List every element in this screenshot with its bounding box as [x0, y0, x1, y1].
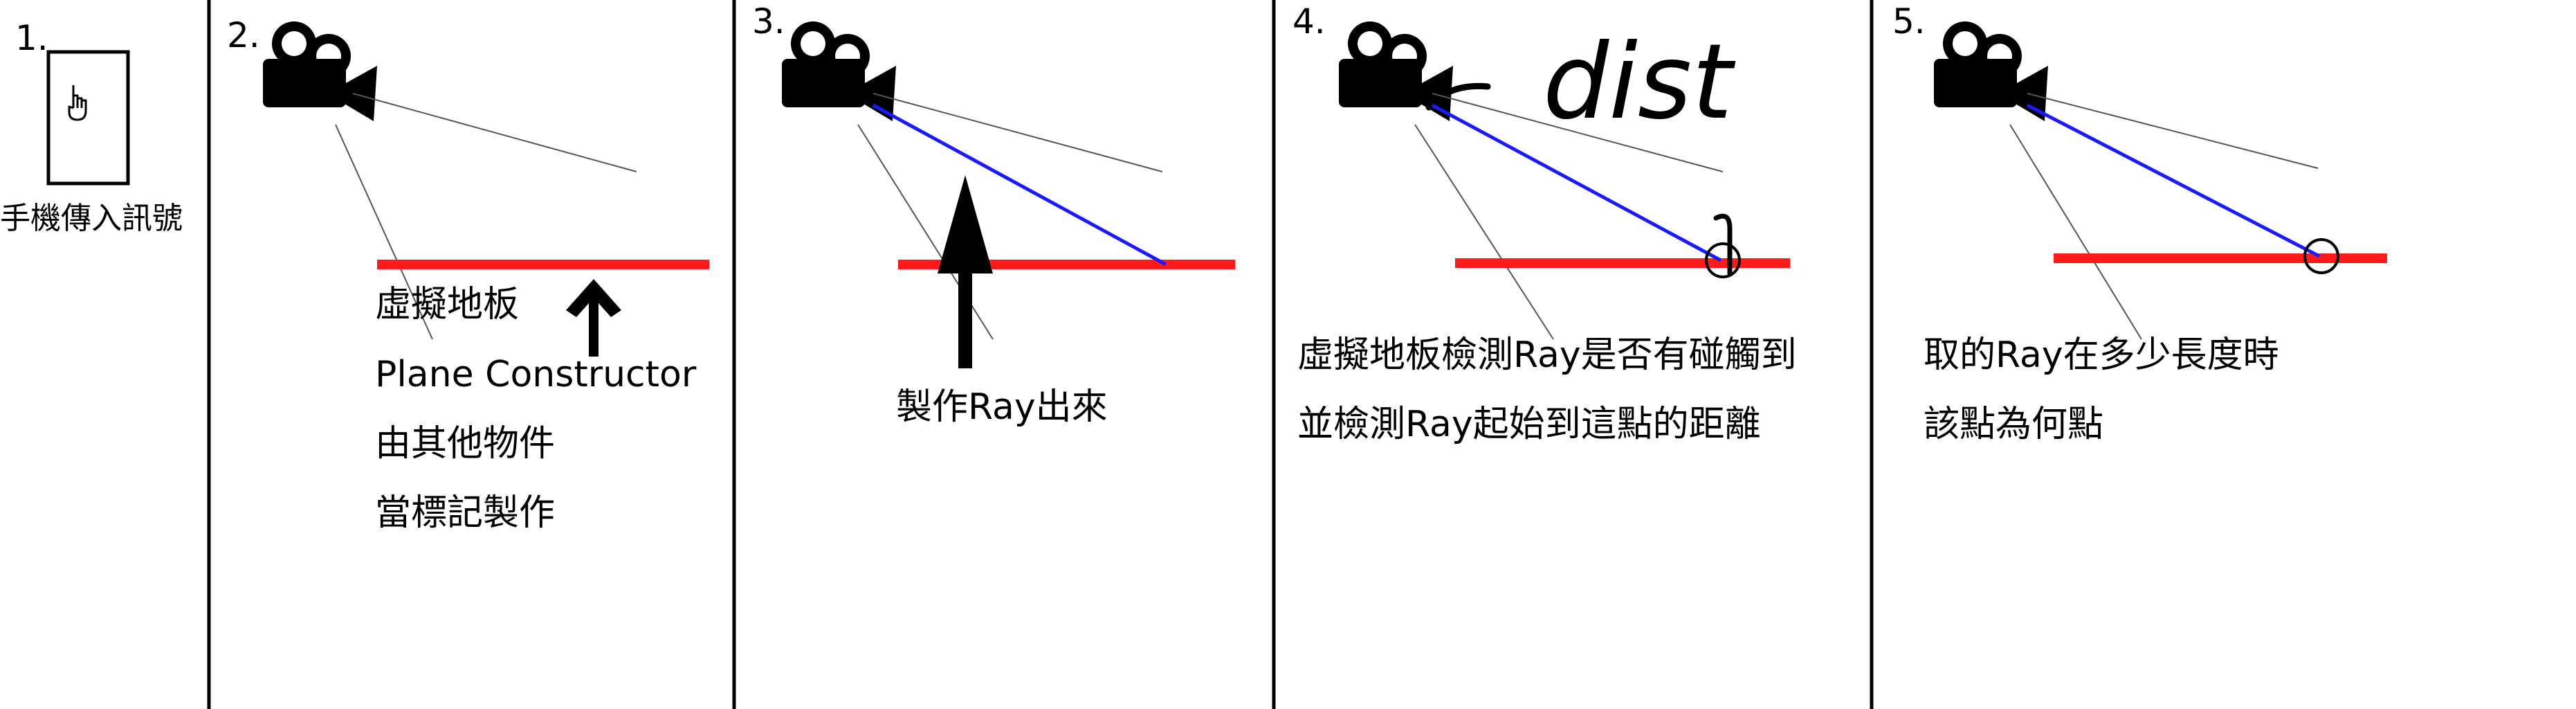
panel-5: 5. 取的Ray在多少長度時 該點為何點 [1892, 1, 2387, 445]
camera-icon [782, 21, 896, 121]
frustum-edge [352, 93, 637, 172]
dist-annotation: dist [1543, 22, 1736, 143]
panel-caption: 取的Ray在多少長度時 [1924, 334, 2279, 376]
panel-2: 2. 虛擬地板 Plane Constructor 由其他物件 當標記製作 [227, 15, 709, 534]
panel-number: 5. [1892, 1, 1926, 42]
panel-3: 3. 製作Ray出來 [752, 1, 1235, 428]
panel-number: 4. [1292, 1, 1326, 42]
frustum-edge [2027, 93, 2319, 169]
panel-caption: 當標記製作 [375, 492, 555, 534]
panel-caption: Plane Constructor [375, 354, 697, 395]
panel-caption: 製作Ray出來 [896, 386, 1108, 428]
panel-4: 4. dist 虛擬地板檢測Ray是否有碰觸到 並檢測Ray起始到這點的距離 [1292, 1, 1797, 445]
panel-number: 2. [227, 15, 260, 55]
ray-line [872, 103, 1167, 267]
panel-caption: 該點為何點 [1924, 404, 2103, 445]
panel-caption: 虛擬地板檢測Ray是否有碰觸到 [1297, 334, 1797, 376]
frustum-edge [873, 93, 1163, 172]
panel-number: 1. [15, 18, 48, 58]
panel-1: 1. 手機傳入訊號 [0, 18, 183, 236]
phone-outline [46, 50, 130, 186]
panel-caption: 由其他物件 [375, 423, 555, 465]
ray-line [2026, 103, 2321, 258]
storyboard-diagram: 1. 手機傳入訊號 2. 虛擬地板 Plane Constructor 由其他物… [0, 0, 2387, 709]
camera-icon [263, 21, 377, 121]
panel-number: 3. [752, 1, 785, 42]
up-arrow [938, 175, 993, 368]
panel-caption: 虛擬地板 [375, 284, 519, 325]
frustum-edge [1414, 124, 1554, 340]
panel-caption: 手機傳入訊號 [0, 201, 183, 236]
panel-caption: 並檢測Ray起始到這點的距離 [1297, 404, 1761, 445]
hand-pointer-icon [68, 85, 87, 121]
frustum-edge [2009, 124, 2142, 340]
up-arrow [566, 279, 621, 357]
